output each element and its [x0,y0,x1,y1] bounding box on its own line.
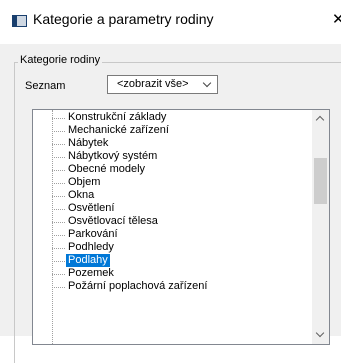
tree-item-label: Pozemek [68,267,114,279]
group-legend: Kategorie rodiny [18,54,103,66]
tree-branch-line [52,248,65,249]
tree-item[interactable]: Objem [52,176,292,189]
title-bar[interactable]: Kategorie a parametry rodiny ✕ [0,0,341,44]
tree-branch-line [52,235,65,236]
tree-item[interactable]: Nábytkový systém [52,150,292,163]
tree-item-label: Okna [68,189,95,201]
category-tree[interactable]: Konstrukční základy Mechanické zařízení … [32,109,330,345]
tree-item[interactable]: Okna [52,189,292,202]
tree-item-label: Konstrukční základy [68,111,167,123]
scroll-up-button[interactable] [312,110,329,127]
tree-branch-line [52,118,65,119]
tree-branch-line [52,209,65,210]
tree-branch-line [52,131,65,132]
filter-dropdown-value: <zobrazit vše> [117,78,189,90]
tree-branch-line [52,196,65,197]
tree-item[interactable]: Konstrukční základy [52,111,292,124]
tree-item-label: Nábytek [68,137,109,149]
tree-scrollbar[interactable] [312,110,329,344]
tree-item-label: Objem [68,176,101,188]
tree-item-label: Podhledy [68,241,114,253]
tree-branch-line [52,183,65,184]
window-icon [12,15,27,27]
filter-label: Seznam [25,80,66,92]
tree-item-label: Osvětlovací tělesa [68,215,158,227]
tree-branch-line [52,144,65,145]
filter-dropdown[interactable]: <zobrazit vše> [107,75,218,94]
tree-item[interactable]: Pozemek [52,267,292,280]
close-icon[interactable]: ✕ [332,10,341,28]
tree-item-label: Parkování [68,228,118,240]
tree-item[interactable]: Parkování [52,228,292,241]
tree-branch-line [52,157,65,158]
tree-item-label: Požární poplachová zařízení [68,280,208,292]
tree-item-label: Obecné modely [68,163,146,175]
tree-item-label: Osvětlení [68,202,115,214]
tree-item[interactable]: Obecné modely [52,163,292,176]
tree-branch-line [52,261,65,262]
tree-item-label: Mechanické zařízení [68,124,169,136]
chevron-down-icon [202,78,212,88]
scrollbar-thumb[interactable] [314,158,327,204]
tree-item[interactable]: Mechanické zařízení [52,124,292,137]
chevron-up-icon [315,115,325,125]
tree-item[interactable]: Podhledy [52,241,292,254]
tree-item[interactable]: Osvětlení [52,202,292,215]
tree-branch-line [52,222,65,223]
tree-item[interactable]: Požární poplachová zařízení [52,280,292,293]
tree-item[interactable]: Nábytek [52,137,292,150]
tree-item-selected[interactable]: Podlahy [52,254,292,267]
dialog-body: Kategorie rodiny Seznam <zobrazit vše> K… [0,44,341,363]
window-title: Kategorie a parametry rodiny [33,11,214,27]
tree-branch-line [52,170,65,171]
tree-item[interactable]: Osvětlovací tělesa [52,215,292,228]
tree-item-label: Nábytkový systém [68,150,158,162]
tree-branch-line [52,287,65,288]
tree-branch-line [52,274,65,275]
tree-item-label: Podlahy [66,254,110,267]
